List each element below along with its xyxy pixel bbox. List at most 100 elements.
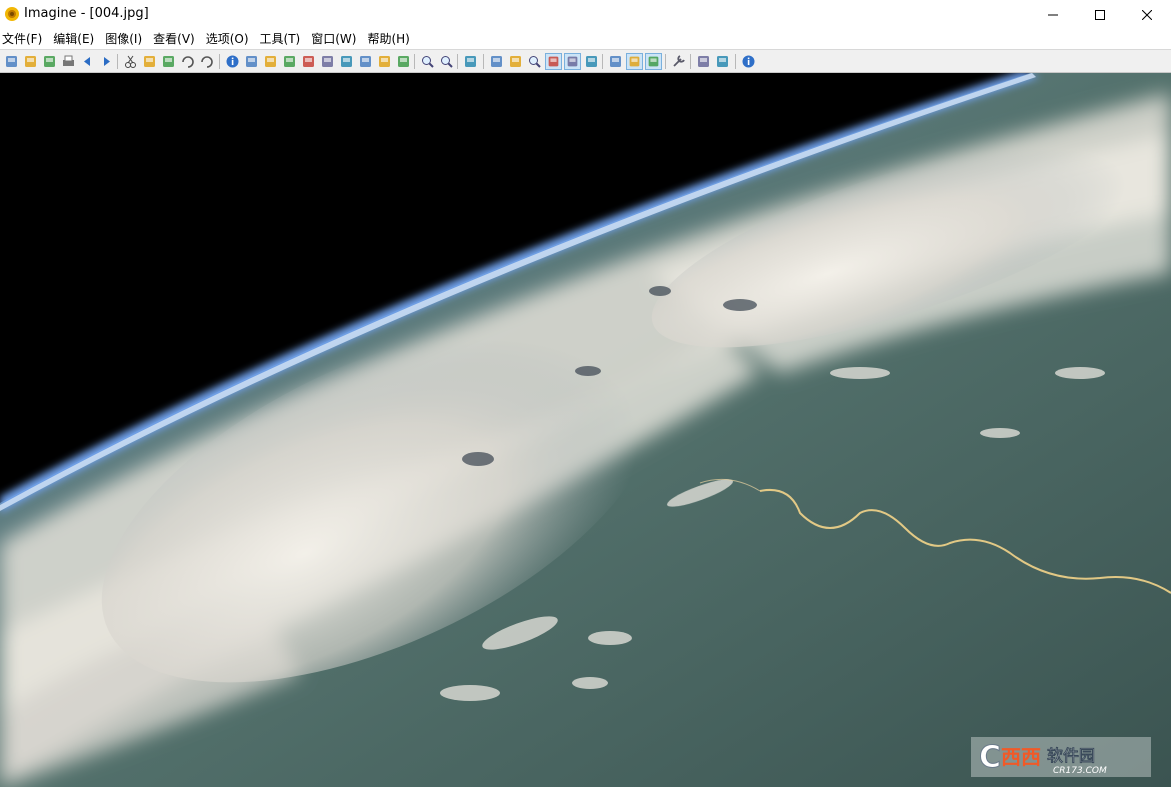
full-screen-button[interactable] (583, 53, 600, 70)
title-bar: Imagine - [004.jpg] (0, 0, 1171, 29)
select-button[interactable] (462, 53, 479, 70)
tools-icon (673, 55, 685, 67)
find-icon (529, 56, 541, 68)
help-button[interactable] (740, 53, 757, 70)
thumbnail-icon (510, 56, 521, 67)
prev-button[interactable] (79, 53, 96, 70)
menu-file[interactable]: 文件(F) (2, 29, 47, 49)
menu-image[interactable]: 图像(I) (105, 29, 147, 49)
new-button[interactable] (3, 53, 20, 70)
imagine-window: Imagine - [004.jpg] 文件(F) 编辑(E) 图像(I) 查看… (0, 0, 1171, 787)
undo-button[interactable] (179, 53, 196, 70)
camera-icon (246, 56, 257, 67)
tools-button[interactable] (670, 53, 687, 70)
grayscale-button[interactable] (300, 53, 317, 70)
color-icon (360, 56, 371, 67)
cut-icon (125, 55, 136, 68)
rotate-left-button[interactable] (376, 53, 393, 70)
thumbnail-button[interactable] (507, 53, 524, 70)
svg-text:C: C (979, 740, 1001, 775)
actual-size-button[interactable] (564, 53, 581, 70)
toolbar-separator (665, 54, 666, 69)
crop-icon (284, 56, 295, 67)
redo-button[interactable] (198, 53, 215, 70)
minimize-icon (1048, 14, 1058, 15)
toolbar (0, 49, 1171, 73)
sunflower-icon (4, 6, 20, 22)
camera-button[interactable] (243, 53, 260, 70)
fit-window-button[interactable] (545, 53, 562, 70)
redo-icon (201, 56, 213, 68)
print-button[interactable] (60, 53, 77, 70)
open-button[interactable] (22, 53, 39, 70)
invert-button[interactable] (319, 53, 336, 70)
capture-button[interactable] (714, 53, 731, 70)
paste-button[interactable] (160, 53, 177, 70)
toolbar-separator (117, 54, 118, 69)
prev-icon (84, 57, 90, 66)
rotate-right-button[interactable] (395, 53, 412, 70)
minimize-button[interactable] (1030, 0, 1076, 29)
zoom-in-icon (422, 56, 434, 68)
close-button[interactable] (1124, 0, 1170, 29)
toolbar-separator (690, 54, 691, 69)
zoom-out-button[interactable] (438, 53, 455, 70)
copy-button[interactable] (141, 53, 158, 70)
resize-button[interactable] (262, 53, 279, 70)
fit-window-icon (548, 56, 559, 67)
crop-button[interactable] (281, 53, 298, 70)
toolbar-separator (414, 54, 415, 69)
print-icon (63, 55, 74, 66)
find-button[interactable] (526, 53, 543, 70)
menu-window[interactable]: 窗口(W) (311, 29, 361, 49)
save-button[interactable] (41, 53, 58, 70)
toolbar-separator (483, 54, 484, 69)
image-viewer[interactable] (0, 73, 1171, 787)
earth-photo (0, 73, 1171, 787)
image-view-button[interactable] (626, 53, 643, 70)
layers-button[interactable] (695, 53, 712, 70)
actual-size-icon (567, 56, 578, 67)
copy-icon (144, 56, 155, 67)
rotate-right-icon (398, 56, 409, 67)
layers-icon (698, 56, 709, 67)
cut-button[interactable] (122, 53, 139, 70)
close-icon (1142, 9, 1152, 20)
maximize-button[interactable] (1077, 0, 1123, 29)
info-button[interactable] (224, 53, 241, 70)
help-icon (742, 55, 755, 68)
open-icon (25, 56, 36, 67)
menu-help[interactable]: 帮助(H) (367, 29, 414, 49)
svg-text:CR173.COM: CR173.COM (1053, 766, 1107, 776)
toolbar-separator (735, 54, 736, 69)
undo-icon (182, 56, 194, 68)
maximize-icon (1095, 9, 1105, 20)
monitor-button[interactable] (607, 53, 624, 70)
menu-tools[interactable]: 工具(T) (260, 29, 306, 49)
window-title: Imagine - [004.jpg] (24, 6, 149, 21)
menu-edit[interactable]: 编辑(E) (53, 29, 99, 49)
capture-icon (717, 56, 728, 67)
paint-button[interactable] (645, 53, 662, 70)
color-button[interactable] (357, 53, 374, 70)
paint-icon (648, 56, 659, 67)
toolbar-separator (219, 54, 220, 69)
save-icon (44, 56, 55, 67)
svg-text:西西: 西西 (1001, 745, 1041, 769)
menu-options[interactable]: 选项(O) (206, 29, 254, 49)
next-icon (104, 57, 110, 66)
watermark-logo: C 西西 软件园 CR173.COM (971, 737, 1151, 777)
effects-icon (341, 56, 352, 67)
slideshow-button[interactable] (488, 53, 505, 70)
monitor-icon (610, 56, 621, 67)
zoom-in-button[interactable] (419, 53, 436, 70)
toolbar-separator (602, 54, 603, 69)
next-button[interactable] (98, 53, 115, 70)
select-icon (465, 56, 476, 67)
new-icon (6, 56, 17, 67)
rotate-left-icon (379, 56, 390, 67)
image-view-icon (629, 56, 640, 67)
menu-view[interactable]: 查看(V) (153, 29, 200, 49)
effects-button[interactable] (338, 53, 355, 70)
zoom-out-icon (441, 56, 453, 68)
